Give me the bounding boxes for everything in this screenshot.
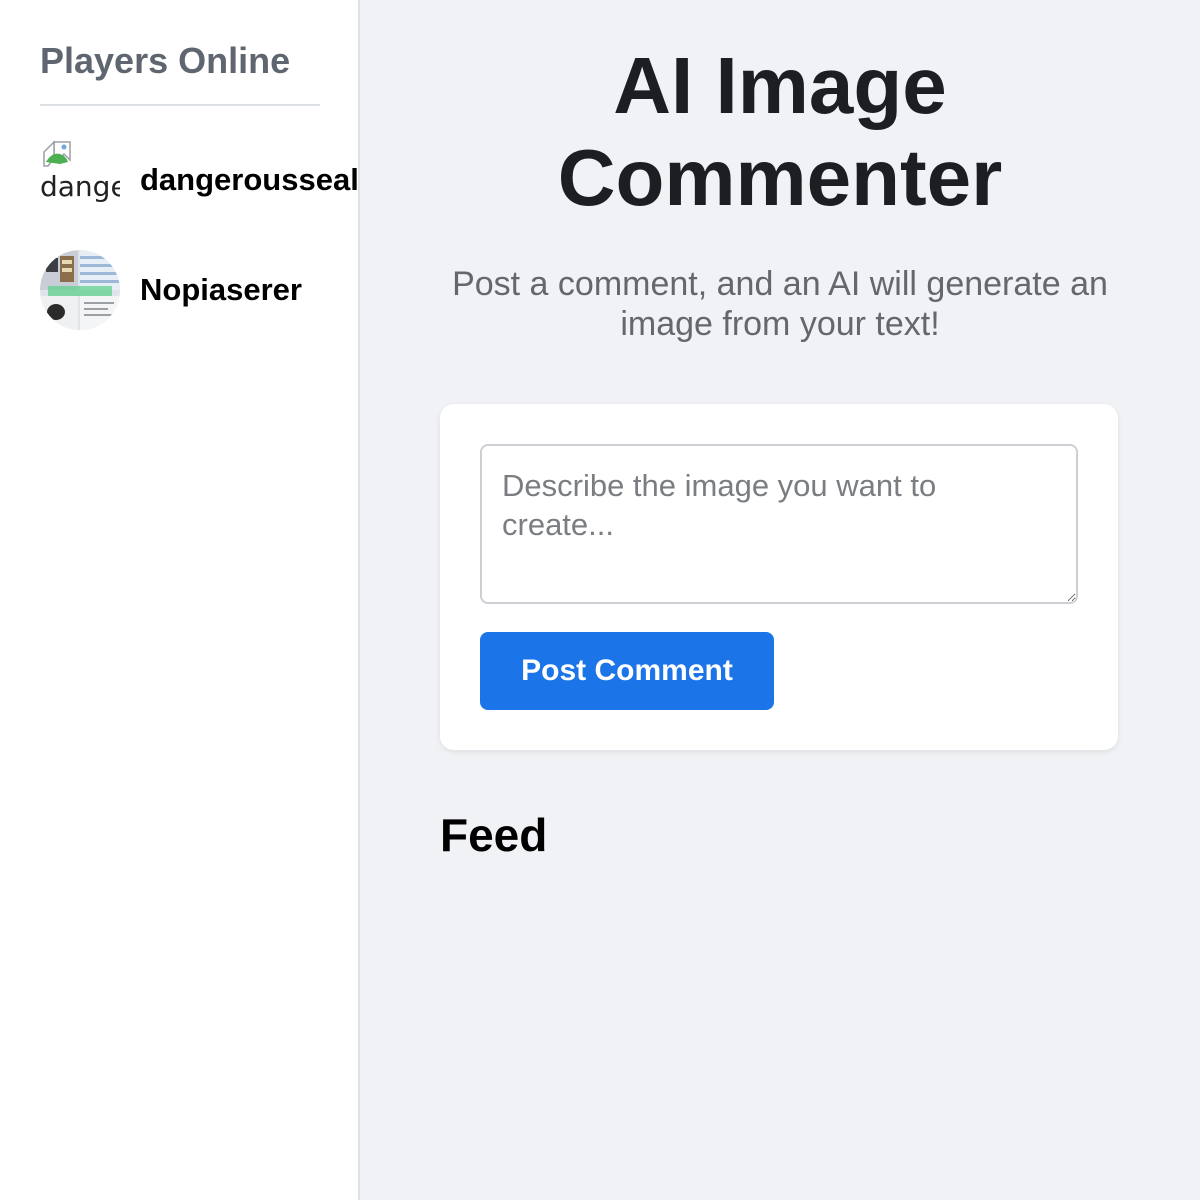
player-list: dange dangerousseal6 Nopiaserer — [40, 140, 358, 330]
broken-image-icon — [43, 140, 71, 167]
comment-input[interactable] — [480, 444, 1078, 604]
player-item[interactable]: dange dangerousseal6 — [40, 140, 358, 220]
players-sidebar: Players Online dange dangerousseal6 Nopi… — [0, 0, 360, 1200]
player-name: dangerousseal6 — [140, 162, 360, 197]
page-subtitle: Post a comment, and an AI will generate … — [452, 265, 1108, 343]
player-item[interactable]: Nopiaserer — [40, 250, 358, 330]
avatar-photo-image — [40, 250, 120, 330]
app-root: Players Online dange dangerousseal6 Nopi… — [0, 0, 1200, 1200]
avatar: dange — [40, 140, 120, 220]
player-name: Nopiaserer — [140, 272, 302, 307]
page-title: AI Image Commenter — [557, 41, 1003, 222]
feed-heading: Feed — [440, 809, 548, 861]
comment-form-card: Post Comment — [440, 404, 1118, 750]
avatar — [40, 250, 120, 330]
main-content: AI Image Commenter Post a comment, and a… — [360, 0, 1200, 1200]
post-comment-button[interactable]: Post Comment — [480, 632, 774, 710]
avatar-alt-text: dange — [40, 170, 120, 203]
sidebar-title: Players Online — [40, 40, 320, 106]
